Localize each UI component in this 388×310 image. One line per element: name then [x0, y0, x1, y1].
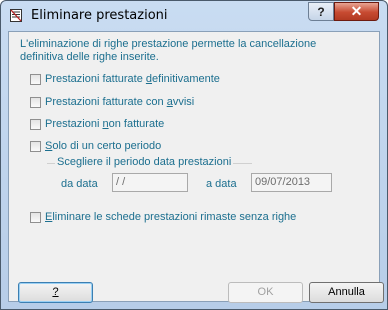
app-icon — [10, 9, 22, 22]
option-non-fatturate[interactable]: Prestazioni non fatturate — [30, 116, 164, 132]
description-text: L'eliminazione di righe prestazione perm… — [20, 38, 317, 63]
dialog-window: Eliminare prestazioni ? ✕ L'eliminazione… — [0, 0, 388, 310]
from-date-field[interactable]: / / — [112, 173, 188, 192]
ok-button[interactable]: OK — [228, 282, 303, 303]
option-eliminare-schede[interactable]: Eliminare le schede prestazioni rimaste … — [30, 209, 296, 225]
checkbox[interactable] — [30, 118, 41, 130]
option-label: Prestazioni fatturate con avvisi — [45, 96, 195, 108]
option-label: Solo di un certo periodo — [45, 140, 162, 152]
close-button[interactable]: ✕ — [334, 2, 379, 21]
period-group-label: Scegliere il periodo data prestazioni — [55, 156, 234, 168]
option-label: Prestazioni non fatturate — [45, 118, 165, 130]
option-certo-periodo[interactable]: Solo di un certo periodo — [30, 138, 161, 154]
option-label: Eliminare le schede prestazioni rimaste … — [45, 211, 297, 223]
from-date-label: da data — [61, 178, 98, 190]
checkbox[interactable] — [30, 211, 41, 223]
title-bar[interactable]: Eliminare prestazioni ? ✕ — [1, 1, 387, 31]
close-icon: ✕ — [350, 3, 363, 19]
checkbox[interactable] — [30, 140, 41, 152]
checkbox[interactable] — [30, 96, 41, 108]
cancel-button[interactable]: Annulla — [309, 282, 384, 303]
title-help-button[interactable]: ? — [308, 2, 334, 21]
dialog-content: L'eliminazione di righe prestazione perm… — [8, 31, 384, 303]
option-label: Prestazioni fatturate definitivamente — [45, 73, 220, 85]
option-fatturate-avvisi[interactable]: Prestazioni fatturate con avvisi — [30, 94, 194, 110]
window-title: Eliminare prestazioni — [31, 8, 168, 23]
option-fatturate-definitivamente[interactable]: Prestazioni fatturate definitivamente — [30, 71, 220, 87]
checkbox[interactable] — [30, 73, 41, 85]
to-date-label: a data — [206, 178, 237, 190]
help-button[interactable]: ? — [18, 282, 93, 303]
to-date-field[interactable]: 09/07/2013 — [251, 173, 332, 192]
